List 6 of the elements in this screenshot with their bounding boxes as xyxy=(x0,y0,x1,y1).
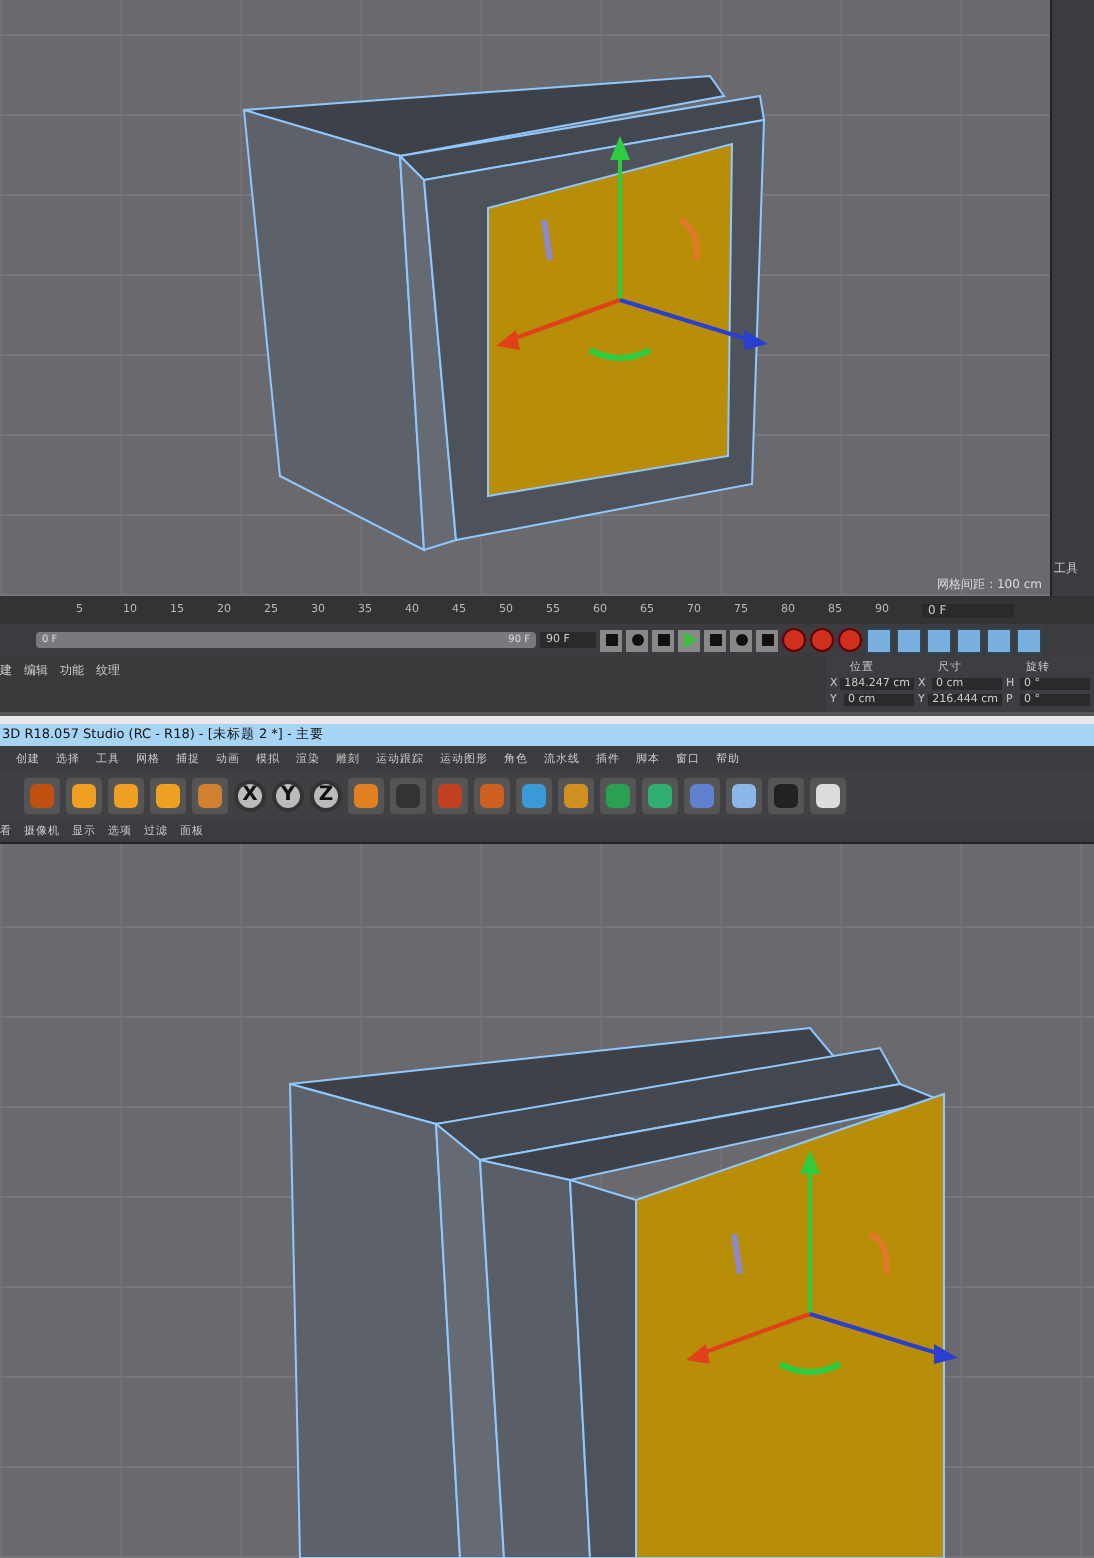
axis-toggle[interactable]: Z xyxy=(310,779,342,811)
play-icon[interactable] xyxy=(678,629,700,651)
axis-toggle[interactable]: X xyxy=(234,779,266,811)
axis-gizmo-icon xyxy=(686,1150,958,1375)
axis-gizmo-icon xyxy=(496,136,768,361)
axis-toggle[interactable]: Y xyxy=(272,779,304,811)
